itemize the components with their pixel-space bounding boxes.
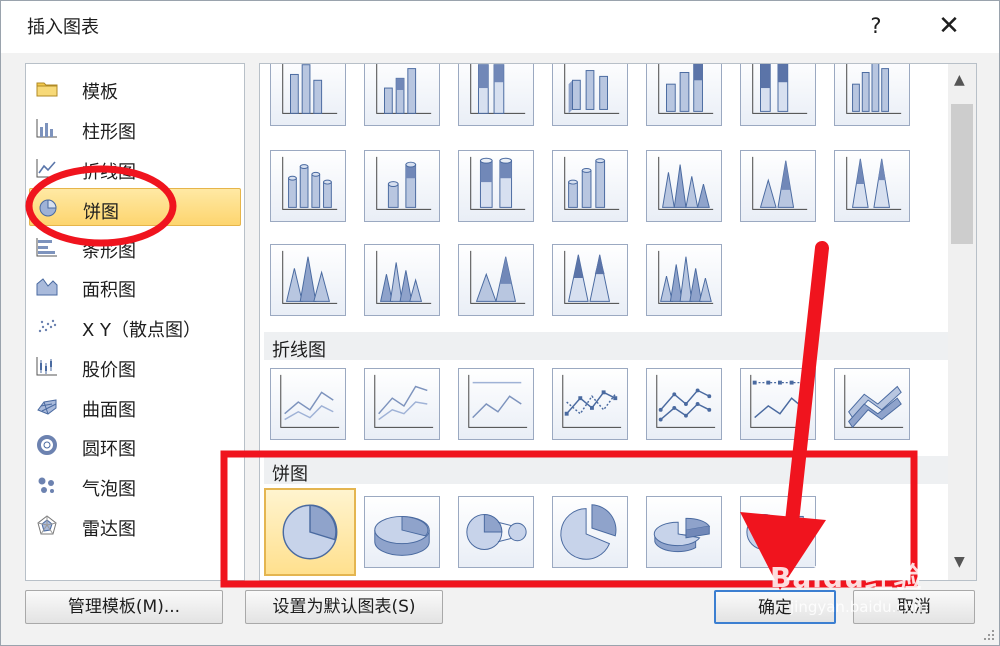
watermark-brand: Baidu经验 [770, 561, 923, 594]
pie-chart-thumb-1[interactable] [264, 488, 356, 576]
section-label: 饼图 [272, 464, 308, 485]
radar-chart-icon [36, 515, 58, 535]
chart-type-list: 模板 柱形图 折线图 饼图 条形图 面积图 X Y（散点图） 股价图 曲面图 圆… [25, 63, 245, 581]
chart-type-item-scatter[interactable]: X Y（散点图） [29, 307, 241, 345]
column-chart-thumb[interactable] [834, 64, 910, 126]
cone-chart-thumb[interactable] [740, 150, 816, 222]
cylinder-chart-thumb[interactable] [458, 150, 534, 222]
chart-type-item-bar[interactable]: 条形图 [29, 228, 241, 266]
chart-type-label: 折线图 [82, 162, 136, 183]
scroll-thumb[interactable] [951, 104, 973, 244]
set-default-chart-button[interactable]: 设置为默认图表(S) [245, 590, 443, 624]
pie-of-pie-chart-thumb[interactable] [458, 496, 534, 568]
gallery-scrollbar[interactable]: ▲ ▼ [948, 64, 976, 580]
chart-type-label: 曲面图 [82, 400, 136, 421]
manage-templates-button[interactable]: 管理模板(M)... [25, 590, 223, 624]
cylinder-chart-thumb[interactable] [552, 150, 628, 222]
3d-pie-chart-thumb[interactable] [364, 496, 440, 568]
column-chart-icon [36, 118, 58, 138]
column-chart-thumb[interactable] [270, 64, 346, 126]
folder-icon [36, 78, 58, 98]
chart-type-item-surface[interactable]: 曲面图 [29, 387, 241, 425]
pie-chart-icon [37, 198, 59, 218]
column-chart-thumb[interactable] [458, 64, 534, 126]
scatter-chart-icon [36, 316, 58, 336]
column-chart-thumb[interactable] [552, 64, 628, 126]
column-chart-thumb[interactable] [646, 64, 722, 126]
close-button[interactable]: ✕ [929, 7, 969, 45]
line-chart-marker-thumb[interactable] [552, 368, 628, 440]
watermark-url: jingyan.baidu.com [790, 598, 929, 616]
surface-chart-icon [36, 396, 58, 416]
pyramid-chart-thumb[interactable] [270, 244, 346, 316]
bar-chart-icon [36, 237, 58, 257]
chart-type-label: 圆环图 [82, 439, 136, 460]
pyramid-chart-thumb[interactable] [552, 244, 628, 316]
chart-type-label: 模板 [82, 82, 118, 103]
resize-grip-icon[interactable] [979, 627, 997, 645]
stock-chart-icon [36, 356, 58, 376]
chart-type-item-radar[interactable]: 雷达图 [29, 506, 241, 544]
dialog-title: 插入图表 [27, 17, 99, 38]
cone-chart-thumb[interactable] [646, 150, 722, 222]
chart-type-item-bubble[interactable]: 气泡图 [29, 466, 241, 504]
section-label: 折线图 [272, 340, 326, 361]
bubble-chart-icon [36, 475, 58, 495]
line-chart-thumb[interactable] [364, 368, 440, 440]
chart-type-item-line[interactable]: 折线图 [29, 149, 241, 187]
chart-type-item-area[interactable]: 面积图 [29, 267, 241, 305]
chart-type-label: 股价图 [82, 360, 136, 381]
line-chart-icon [36, 158, 58, 178]
cylinder-chart-thumb[interactable] [364, 150, 440, 222]
chart-type-item-column[interactable]: 柱形图 [29, 109, 241, 147]
chart-type-label: 条形图 [82, 241, 136, 262]
column-chart-thumb[interactable] [740, 64, 816, 126]
section-header-line: 折线图 [264, 332, 948, 361]
3d-exploded-pie-chart-thumb[interactable] [646, 496, 722, 568]
line-chart-thumb[interactable] [458, 368, 534, 440]
chart-type-label: 饼图 [83, 202, 119, 223]
help-button[interactable]: ? [859, 7, 893, 45]
chart-type-label: 面积图 [82, 280, 136, 301]
chart-type-item-template[interactable]: 模板 [29, 69, 241, 107]
pyramid-chart-thumb[interactable] [458, 244, 534, 316]
baidu-watermark: Baidu经验 jingyan.baidu.com [760, 550, 1000, 626]
line-chart-thumb[interactable] [270, 368, 346, 440]
scroll-up-icon[interactable]: ▲ [954, 72, 965, 88]
area-chart-icon [36, 276, 58, 296]
chart-type-item-pie[interactable]: 饼图 [29, 188, 241, 226]
chart-type-label: X Y（散点图） [82, 320, 202, 341]
cylinder-chart-thumb[interactable] [270, 150, 346, 222]
chart-type-label: 柱形图 [82, 122, 136, 143]
section-header-pie: 饼图 [264, 456, 948, 485]
pyramid-chart-thumb[interactable] [646, 244, 722, 316]
chart-type-item-stock[interactable]: 股价图 [29, 347, 241, 385]
3d-line-chart-thumb[interactable] [834, 368, 910, 440]
column-chart-thumb[interactable] [364, 64, 440, 126]
line-chart-marker-thumb[interactable] [646, 368, 722, 440]
chart-subtype-gallery: 折线图 饼图 ▲ ▼ [259, 63, 977, 581]
line-chart-marker-thumb[interactable] [740, 368, 816, 440]
chart-type-item-doughnut[interactable]: 圆环图 [29, 426, 241, 464]
chart-type-label: 气泡图 [82, 479, 136, 500]
cone-chart-thumb[interactable] [834, 150, 910, 222]
doughnut-chart-icon [36, 435, 58, 455]
title-bar: 插入图表 ? ✕ [1, 1, 999, 53]
pyramid-chart-thumb[interactable] [364, 244, 440, 316]
exploded-pie-chart-thumb[interactable] [552, 496, 628, 568]
chart-type-label: 雷达图 [82, 519, 136, 540]
